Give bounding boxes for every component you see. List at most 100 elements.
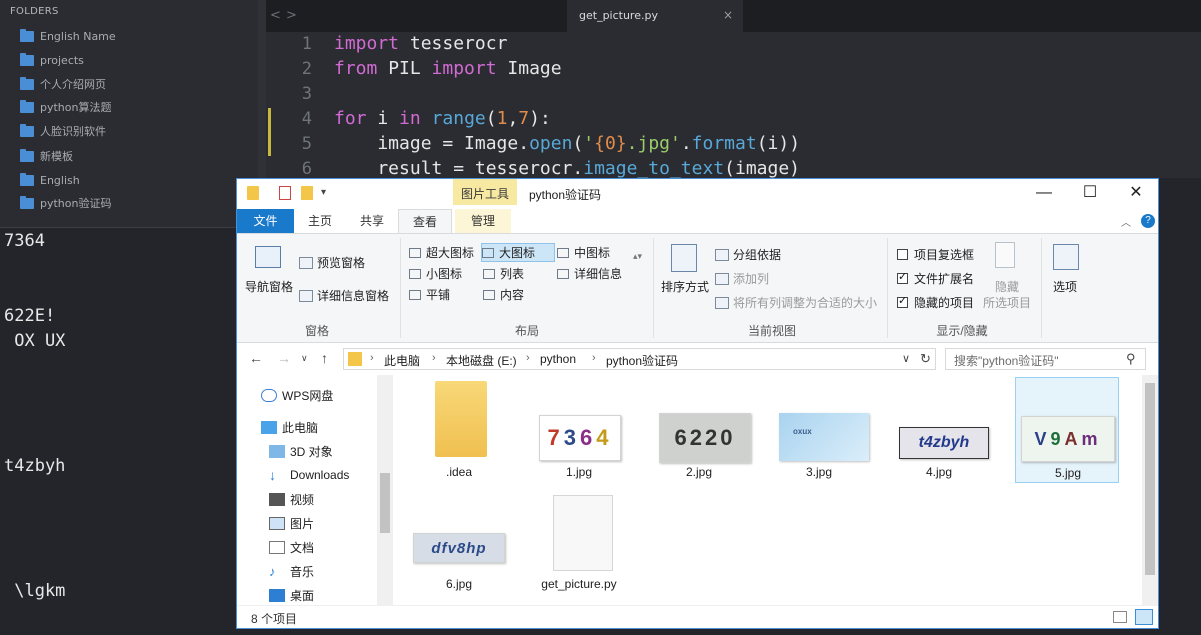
- checkbox[interactable]: [897, 249, 908, 260]
- file-item-6jpg[interactable]: dfv8hp 6.jpg: [407, 495, 511, 603]
- sidebar-folder-intro[interactable]: 个人介绍网页: [20, 74, 106, 94]
- sidebar-folder-algorithms[interactable]: python算法题: [20, 97, 111, 117]
- nav-item-this-pc[interactable]: 此电脑: [261, 417, 318, 437]
- new-folder-icon[interactable]: [301, 186, 313, 200]
- breadcrumb-drive[interactable]: 本地磁盘 (E:): [446, 352, 517, 369]
- layout-extra-large-icons[interactable]: 超大图标: [409, 243, 474, 262]
- refresh-icon[interactable]: ↻: [920, 351, 931, 367]
- chevron-right-icon: ›: [592, 352, 596, 364]
- tab-forward-icon[interactable]: >: [286, 8, 297, 23]
- sort-by-icon[interactable]: [671, 244, 697, 272]
- sidebar-folder-face[interactable]: 人脸识别软件: [20, 121, 106, 141]
- tab-back-icon[interactable]: <: [270, 8, 281, 23]
- group-by-button[interactable]: 分组依据: [715, 246, 781, 263]
- hide-label: 隐藏: [995, 280, 1020, 294]
- file-name: 5.jpg: [1054, 466, 1082, 480]
- scroll-thumb[interactable]: [1145, 383, 1155, 575]
- breadcrumb-python[interactable]: python: [540, 352, 576, 366]
- search-icon[interactable]: ⚲: [1126, 351, 1136, 367]
- divider: [400, 238, 401, 338]
- sidebar-folder-captcha[interactable]: python验证码: [20, 193, 111, 213]
- tab-share[interactable]: 共享: [347, 209, 397, 233]
- minimize-button[interactable]: —: [1021, 179, 1067, 209]
- desktop-icon: [269, 588, 285, 602]
- breadcrumb-captcha[interactable]: python验证码: [606, 352, 678, 369]
- customize-toolbar-icon[interactable]: ▾: [321, 187, 326, 198]
- file-item-4jpg[interactable]: t4zbyh 4.jpg: [887, 377, 991, 483]
- nav-item-documents[interactable]: 文档: [269, 537, 314, 557]
- code-editor[interactable]: 1 2 3 4 5 6 import tesserocr from PIL im…: [266, 32, 1201, 179]
- file-item-idea[interactable]: .idea: [407, 377, 511, 483]
- sidebar-folder-english[interactable]: English: [20, 170, 80, 190]
- tab-manage[interactable]: 管理: [455, 209, 511, 233]
- nav-item-music[interactable]: ♪ 音乐: [269, 561, 314, 581]
- breadcrumb-this-pc[interactable]: 此电脑: [384, 352, 420, 369]
- file-item-1jpg[interactable]: 7364 1.jpg: [527, 377, 631, 483]
- console-line: OX UX: [4, 331, 66, 351]
- nav-item-desktop[interactable]: 桌面: [269, 585, 314, 605]
- options-icon[interactable]: [1053, 244, 1079, 270]
- layout-small-icons[interactable]: 小图标: [409, 264, 462, 283]
- nav-item-downloads[interactable]: ↓ Downloads: [269, 465, 349, 485]
- recent-locations-icon[interactable]: ∨: [301, 353, 308, 364]
- sidebar-folder-projects[interactable]: projects: [20, 50, 84, 70]
- options-button[interactable]: 选项: [1053, 278, 1077, 295]
- file-list-scrollbar[interactable]: [1142, 375, 1158, 605]
- navigation-pane-icon[interactable]: [255, 246, 281, 268]
- layout-large-icons[interactable]: 大图标: [481, 243, 555, 262]
- up-arrow-icon[interactable]: ↑: [321, 350, 328, 366]
- search-box[interactable]: 搜索"python验证码" ⚲: [945, 348, 1146, 370]
- properties-icon[interactable]: [279, 186, 291, 200]
- nav-scrollbar[interactable]: [377, 375, 393, 605]
- help-icon[interactable]: ?: [1141, 214, 1155, 228]
- navigation-pane: WPS网盘 此电脑 3D 对象 ↓ Downloads 视频 图片 文档 ♪ 音乐 …: [237, 375, 393, 605]
- large-icons-view-icon[interactable]: [1135, 609, 1153, 625]
- navigation-pane-button[interactable]: 导航窗格: [245, 278, 293, 295]
- file-item-2jpg[interactable]: 6220 2.jpg: [647, 377, 751, 483]
- forward-arrow-icon[interactable]: →: [277, 350, 291, 366]
- item-checkboxes-toggle[interactable]: 项目复选框: [897, 246, 974, 263]
- maximize-button[interactable]: ☐: [1067, 179, 1113, 209]
- nav-item-3d-objects[interactable]: 3D 对象: [269, 441, 333, 461]
- layout-medium-icons[interactable]: 中图标: [557, 243, 610, 262]
- layout-details[interactable]: 详细信息: [557, 264, 622, 283]
- file-item-get-picture[interactable]: get_picture.py: [527, 495, 631, 603]
- tab-get-picture[interactable]: get_picture.py ×: [567, 0, 743, 32]
- tab-file[interactable]: 文件: [237, 209, 294, 233]
- layout-tiles[interactable]: 平铺: [409, 285, 450, 304]
- nav-item-wps[interactable]: WPS网盘: [261, 385, 333, 405]
- preview-pane-button[interactable]: 预览窗格: [299, 254, 365, 271]
- file-item-5jpg[interactable]: V9Am 5.jpg: [1015, 377, 1119, 483]
- layout-content[interactable]: 内容: [483, 285, 524, 304]
- close-icon[interactable]: ×: [723, 8, 733, 22]
- file-extensions-toggle[interactable]: 文件扩展名: [897, 270, 974, 287]
- size-columns-button[interactable]: 将所有列调整为合适的大小: [715, 294, 877, 311]
- add-columns-button[interactable]: 添加列: [715, 270, 769, 287]
- hidden-items-toggle[interactable]: 隐藏的项目: [897, 294, 974, 311]
- layout-list[interactable]: 列表: [483, 264, 524, 283]
- address-bar[interactable]: › 此电脑 › 本地磁盘 (E:) › python › python验证码 ∨…: [343, 348, 936, 370]
- sort-by-button[interactable]: 排序方式: [661, 278, 709, 295]
- folder-icon: [20, 76, 34, 90]
- title-bar: ▾ 图片工具 python验证码 — ☐ ✕: [237, 179, 1158, 209]
- tab-view[interactable]: 查看: [398, 209, 452, 233]
- nav-item-pictures[interactable]: 图片: [269, 513, 314, 533]
- hide-selected-icon[interactable]: [995, 242, 1015, 268]
- image-thumbnail: 7364: [539, 415, 621, 461]
- tab-home[interactable]: 主页: [297, 209, 343, 233]
- sidebar-folder-english-name[interactable]: English Name: [20, 26, 116, 46]
- details-pane-button[interactable]: 详细信息窗格: [299, 287, 389, 304]
- checkbox[interactable]: [897, 294, 908, 308]
- file-item-3jpg[interactable]: oxux 3.jpg: [767, 377, 871, 483]
- scroll-thumb[interactable]: [380, 473, 390, 533]
- sidebar-folder-template[interactable]: 新模板: [20, 146, 73, 166]
- collapse-ribbon-icon[interactable]: ︿: [1121, 214, 1131, 229]
- close-button[interactable]: ✕: [1113, 179, 1159, 209]
- details-view-icon[interactable]: [1113, 611, 1127, 623]
- chevron-down-icon[interactable]: ∨: [902, 352, 910, 365]
- nav-item-videos[interactable]: 视频: [269, 489, 314, 509]
- back-arrow-icon[interactable]: ←: [249, 350, 263, 366]
- folder-icon: [20, 195, 34, 209]
- checkbox[interactable]: [897, 270, 908, 284]
- gallery-scroll-icon[interactable]: ▴▾: [633, 251, 642, 262]
